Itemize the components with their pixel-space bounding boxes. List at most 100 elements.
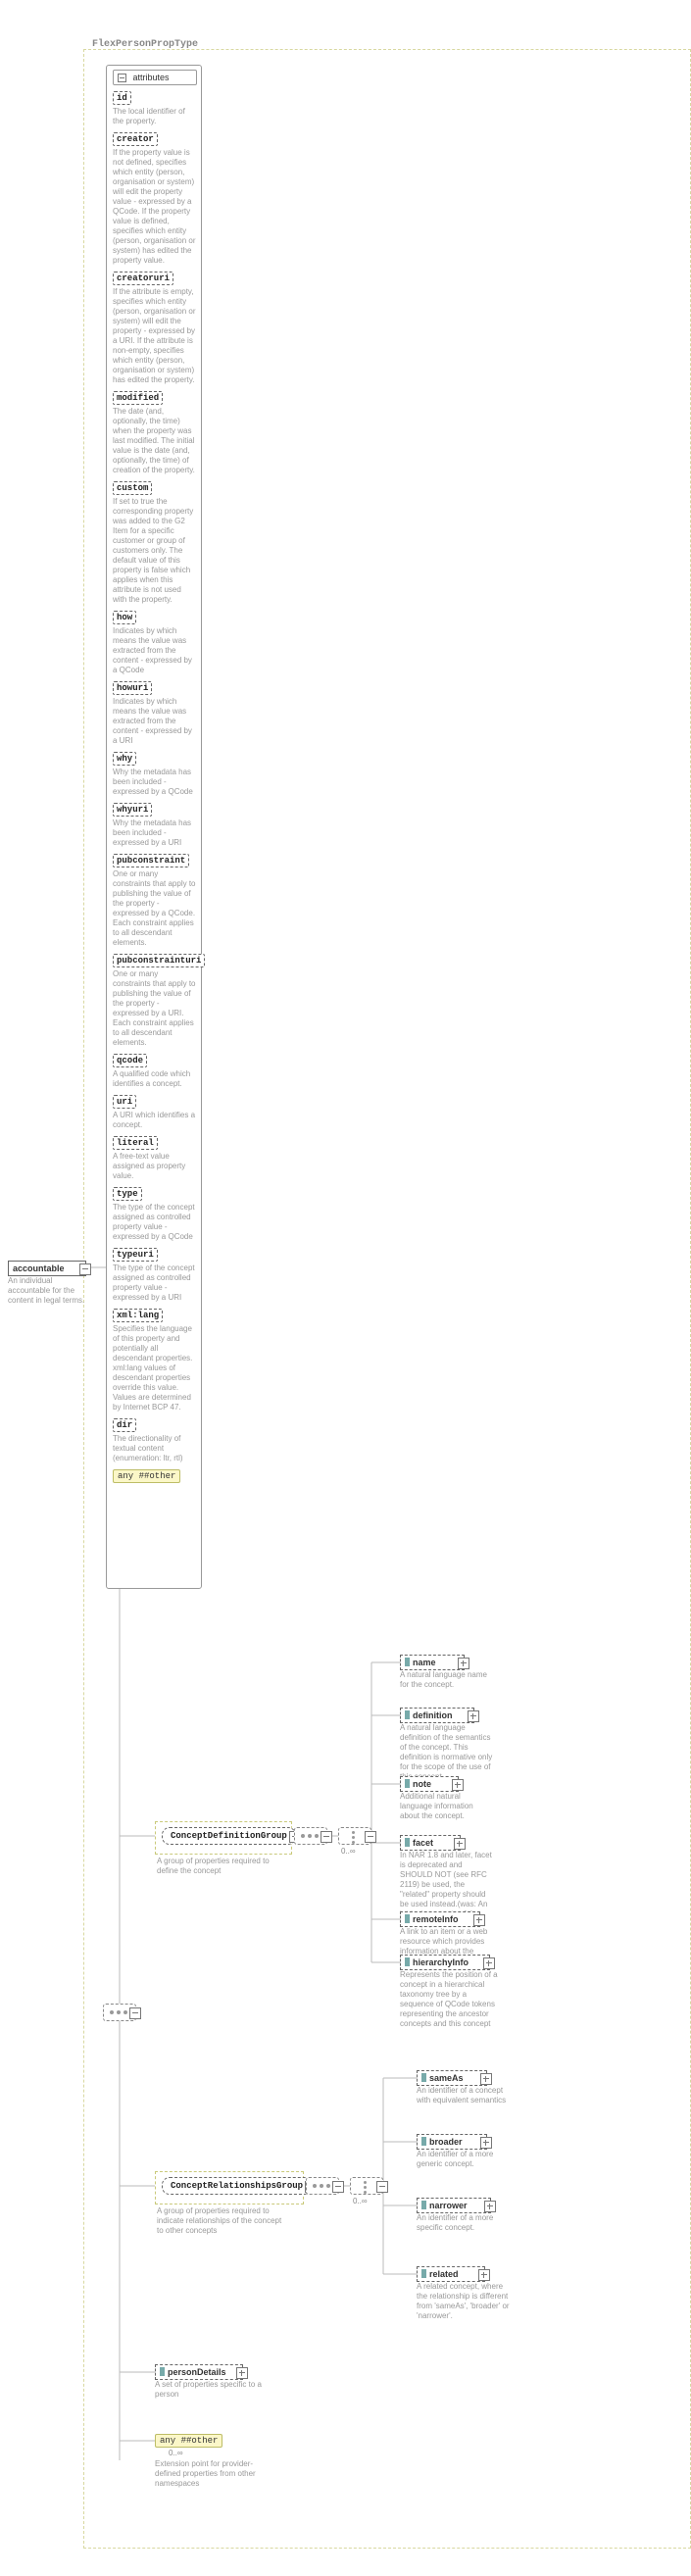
expand-icon[interactable] bbox=[452, 1779, 464, 1791]
choice-compositor-rel[interactable] bbox=[350, 2177, 383, 2195]
leaf-sameas[interactable]: sameAs bbox=[417, 2070, 487, 2086]
attr-whyuri: whyuriWhy the metadata has been included… bbox=[113, 803, 197, 848]
attr-box[interactable]: custom bbox=[113, 481, 152, 495]
attr-desc: The date (and, optionally, the time) whe… bbox=[113, 407, 197, 475]
attr-box[interactable]: uri bbox=[113, 1095, 136, 1109]
attr-box[interactable]: typeuri bbox=[113, 1248, 158, 1262]
attr-desc: Indicates by which means the value was e… bbox=[113, 626, 197, 675]
expand-icon[interactable] bbox=[332, 2181, 344, 2193]
leaf-narrower-desc: An identifier of a more specific concept… bbox=[417, 2213, 510, 2233]
attr-box[interactable]: qcode bbox=[113, 1054, 147, 1067]
attr-dir: dir The directionality of textual content… bbox=[113, 1418, 197, 1463]
leaf-label: name bbox=[413, 1658, 436, 1667]
attr-box[interactable]: xml:lang bbox=[113, 1309, 163, 1322]
attr-desc: If the property value is not defined, sp… bbox=[113, 148, 197, 266]
leaf-related[interactable]: related bbox=[417, 2266, 485, 2282]
attr-how: how Indicates by which means the value wa… bbox=[113, 611, 197, 675]
attr-box[interactable]: creator bbox=[113, 132, 158, 146]
expand-icon[interactable] bbox=[468, 1710, 479, 1722]
leaf-persondetails[interactable]: personDetails bbox=[155, 2364, 243, 2380]
expand-icon[interactable] bbox=[480, 2137, 492, 2149]
expand-icon[interactable] bbox=[376, 2181, 388, 2193]
leaf-definition[interactable]: definition bbox=[400, 1708, 474, 1723]
sequence-dots-icon bbox=[301, 1834, 322, 1840]
leaf-label: personDetails bbox=[168, 2367, 226, 2377]
sequence-compositor-rel[interactable] bbox=[306, 2177, 339, 2195]
attr-desc: The directionality of textual content (e… bbox=[113, 1434, 197, 1463]
any-other-box[interactable]: any ##other bbox=[113, 1469, 180, 1483]
expand-icon[interactable] bbox=[480, 2073, 492, 2085]
leaf-label: sameAs bbox=[429, 2073, 464, 2083]
expand-icon[interactable] bbox=[79, 1263, 91, 1275]
attr-box[interactable]: pubconstraint bbox=[113, 854, 189, 867]
attr-desc: The type of the concept assigned as cont… bbox=[113, 1263, 197, 1303]
expand-icon[interactable] bbox=[236, 2367, 248, 2379]
element-marker-icon bbox=[421, 2269, 426, 2278]
attr-box[interactable]: whyuri bbox=[113, 803, 152, 817]
attr-box[interactable]: howuri bbox=[113, 681, 152, 695]
leaf-persondetails-desc: A set of properties specific to a person bbox=[155, 2380, 263, 2400]
attr-box[interactable]: type bbox=[113, 1187, 142, 1201]
cardinality-rel: 0..∞ bbox=[353, 2197, 368, 2205]
expand-icon[interactable] bbox=[321, 1831, 332, 1843]
attr-box[interactable]: literal bbox=[113, 1136, 158, 1150]
attr-creator: creator If the property value is not defi… bbox=[113, 132, 197, 266]
attr-desc: The type of the concept assigned as cont… bbox=[113, 1203, 197, 1242]
cardinality-def: 0..∞ bbox=[341, 1847, 356, 1856]
sequence-dots-icon bbox=[110, 2010, 131, 2016]
leaf-label: definition bbox=[413, 1710, 453, 1720]
attr-why: why Why the metadata has been included - … bbox=[113, 752, 197, 797]
attr-typeuri: typeuriThe type of the concept assigned … bbox=[113, 1248, 197, 1303]
expand-icon[interactable] bbox=[454, 1838, 466, 1850]
attr-box[interactable]: pubconstrainturi bbox=[113, 954, 205, 967]
leaf-remoteinfo[interactable]: remoteInfo bbox=[400, 1911, 480, 1927]
expand-icon[interactable] bbox=[458, 1658, 469, 1669]
any-other-bottom[interactable]: any ##other bbox=[155, 2434, 222, 2448]
attr-box[interactable]: dir bbox=[113, 1418, 136, 1432]
attr-desc: Indicates by which means the value was e… bbox=[113, 697, 197, 746]
attr-creatoruri: creatoruri If the attribute is empty, spe… bbox=[113, 272, 197, 385]
root-element-accountable[interactable]: accountable bbox=[8, 1261, 86, 1276]
element-marker-icon bbox=[405, 1838, 410, 1847]
leaf-broader[interactable]: broader bbox=[417, 2134, 487, 2150]
leaf-label: related bbox=[429, 2269, 459, 2279]
attr-desc: Why the metadata has been included - exp… bbox=[113, 768, 197, 797]
expand-icon[interactable] bbox=[365, 1831, 376, 1843]
leaf-facet[interactable]: facet bbox=[400, 1835, 461, 1851]
sequence-compositor-def[interactable] bbox=[294, 1827, 327, 1845]
leaf-name[interactable]: name bbox=[400, 1655, 465, 1670]
expand-icon[interactable] bbox=[483, 1957, 495, 1969]
expand-icon[interactable] bbox=[473, 1914, 485, 1926]
attr-box[interactable]: id bbox=[113, 91, 131, 105]
expand-icon[interactable] bbox=[129, 2007, 141, 2019]
concept-relationships-group[interactable]: ConceptRelationshipsGroup bbox=[162, 2177, 312, 2195]
attr-box[interactable]: how bbox=[113, 611, 136, 624]
element-marker-icon bbox=[421, 2201, 426, 2209]
leaf-note[interactable]: note bbox=[400, 1776, 459, 1792]
attr-desc: If the attribute is empty, specifies whi… bbox=[113, 287, 197, 385]
attr-desc: Specifies the language of this property … bbox=[113, 1324, 197, 1412]
attributes-header[interactable]: attributes bbox=[113, 70, 197, 85]
collapse-icon bbox=[118, 74, 126, 82]
attr-box[interactable]: modified bbox=[113, 391, 163, 405]
choice-compositor-def[interactable] bbox=[338, 1827, 371, 1845]
leaf-related-desc: A related concept, where the relationshi… bbox=[417, 2282, 515, 2321]
any-other-bottom-wrap: any ##other bbox=[155, 2434, 222, 2448]
leaf-narrower[interactable]: narrower bbox=[417, 2198, 491, 2213]
sequence-compositor-main[interactable] bbox=[103, 2004, 136, 2021]
leaf-hierarchyinfo[interactable]: hierarchyInfo bbox=[400, 1955, 490, 1970]
attr-box[interactable]: why bbox=[113, 752, 136, 766]
expand-icon[interactable] bbox=[484, 2201, 496, 2212]
leaf-sameas-desc: An identifier of a concept with equivale… bbox=[417, 2086, 510, 2105]
attr-modified: modified The date (and, optionally, the t… bbox=[113, 391, 197, 475]
attr-box[interactable]: creatoruri bbox=[113, 272, 173, 285]
leaf-note-desc: Additional natural language information … bbox=[400, 1792, 488, 1821]
cardinality-any-other: 0..∞ bbox=[169, 2449, 183, 2457]
attr-any-other: any ##other bbox=[113, 1469, 197, 1483]
attr-desc: One or many constraints that apply to pu… bbox=[113, 869, 197, 948]
attr-desc: One or many constraints that apply to pu… bbox=[113, 969, 197, 1048]
concept-definition-group[interactable]: ConceptDefinitionGroup bbox=[162, 1827, 296, 1845]
element-marker-icon bbox=[405, 1710, 410, 1719]
expand-icon[interactable] bbox=[478, 2269, 490, 2281]
element-marker-icon bbox=[405, 1957, 410, 1966]
